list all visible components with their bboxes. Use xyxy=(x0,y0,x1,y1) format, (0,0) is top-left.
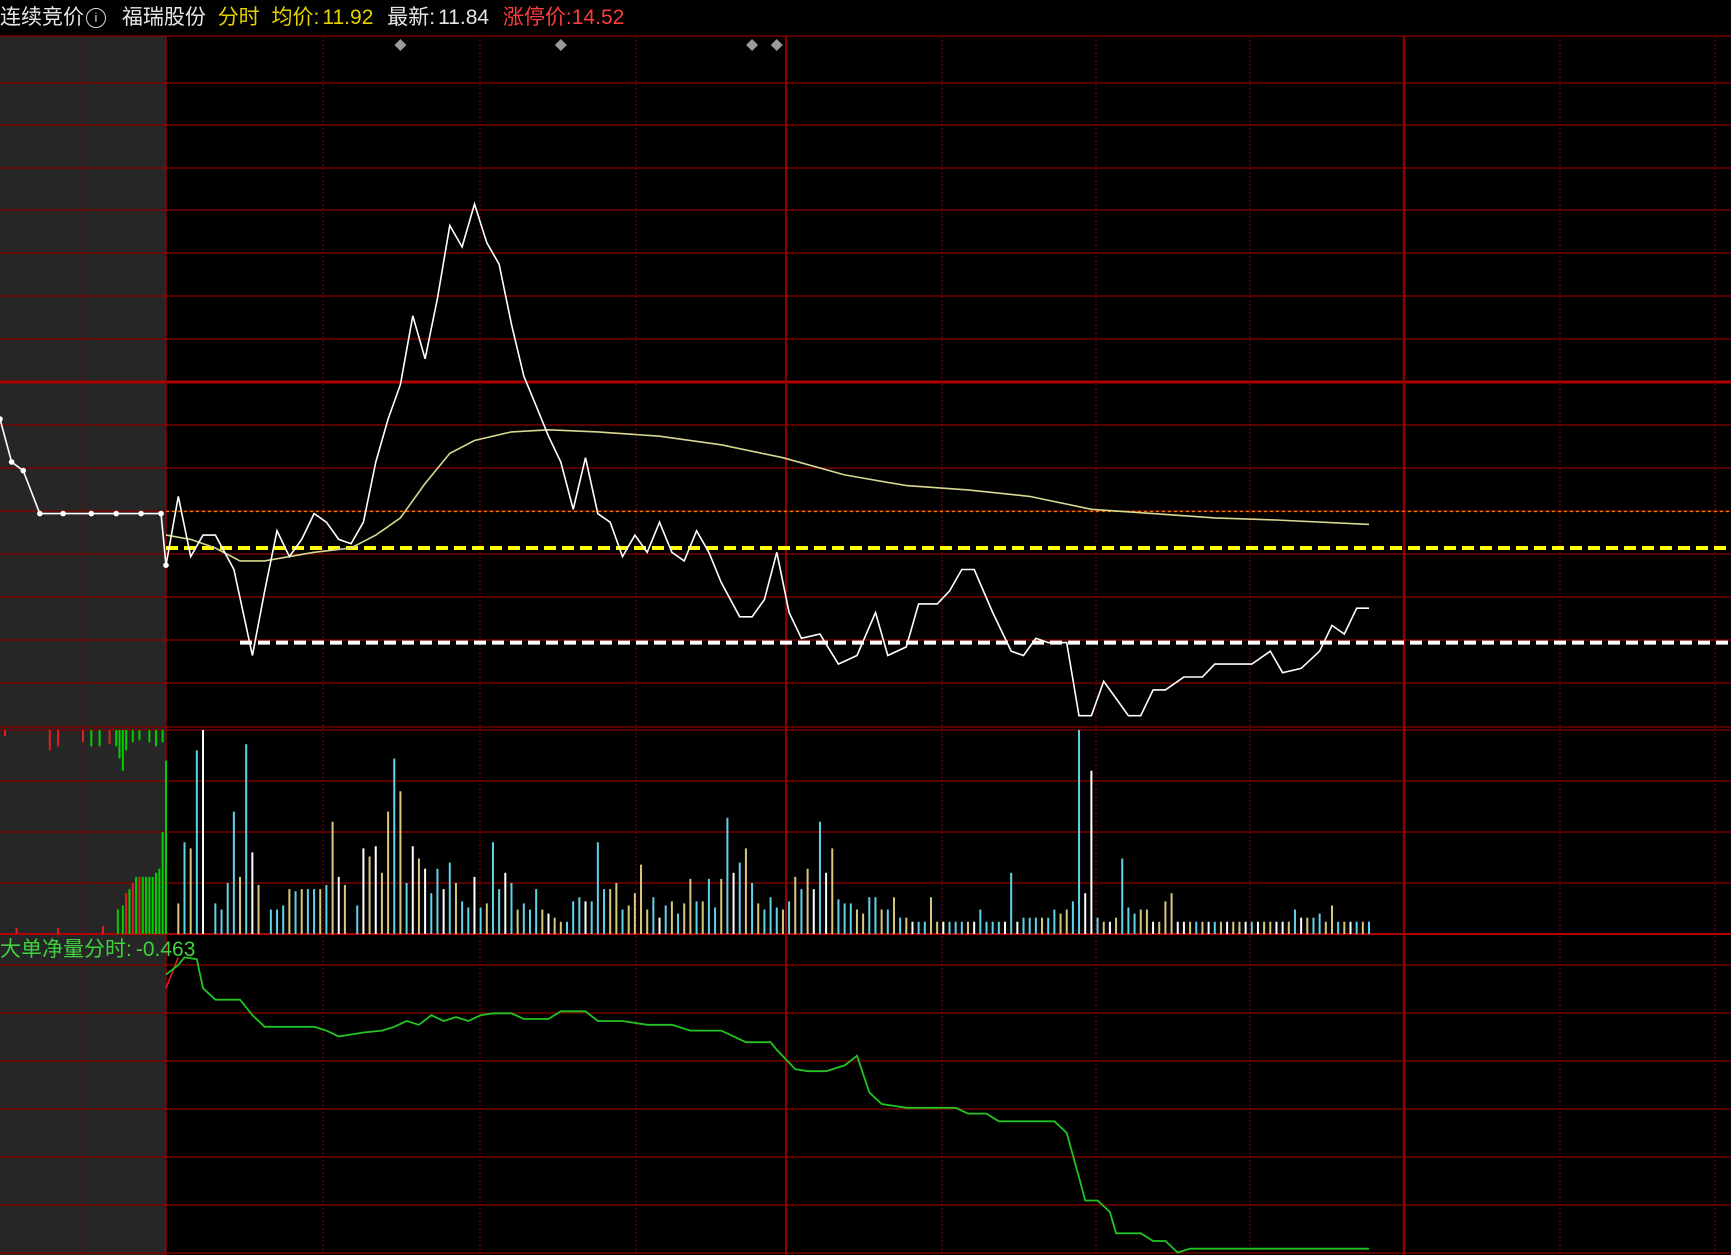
price-lines xyxy=(0,201,1370,717)
event-markers[interactable] xyxy=(394,39,783,51)
auction-price-point xyxy=(88,510,95,517)
event-marker-diamond[interactable] xyxy=(554,39,567,51)
auction-price-point xyxy=(113,510,119,517)
auction-price-point xyxy=(158,510,164,517)
intraday-chart[interactable] xyxy=(0,0,1731,1255)
auction-price-point xyxy=(20,467,27,474)
net-volume-line xyxy=(165,956,1369,1254)
price-line xyxy=(165,201,1369,717)
average-price-line xyxy=(165,428,1370,562)
auction-price-point xyxy=(163,562,169,568)
net-volume-lines xyxy=(165,956,1369,1254)
chart-grid xyxy=(0,35,1731,1255)
net-volume-value: -0.463 xyxy=(135,938,196,961)
net-volume-label: 大单净量分时: -0.463 xyxy=(0,937,195,963)
reference-lines xyxy=(166,510,1731,645)
auction-price-point xyxy=(8,459,15,465)
auction-price-point xyxy=(37,510,43,517)
event-marker-diamond[interactable] xyxy=(746,39,759,51)
event-marker-diamond[interactable] xyxy=(394,39,407,51)
event-marker-diamond[interactable] xyxy=(770,39,783,51)
auction-price-point xyxy=(60,510,66,517)
net-volume-title: 大单净量分时: xyxy=(0,938,132,961)
auction-price-point xyxy=(138,510,144,517)
